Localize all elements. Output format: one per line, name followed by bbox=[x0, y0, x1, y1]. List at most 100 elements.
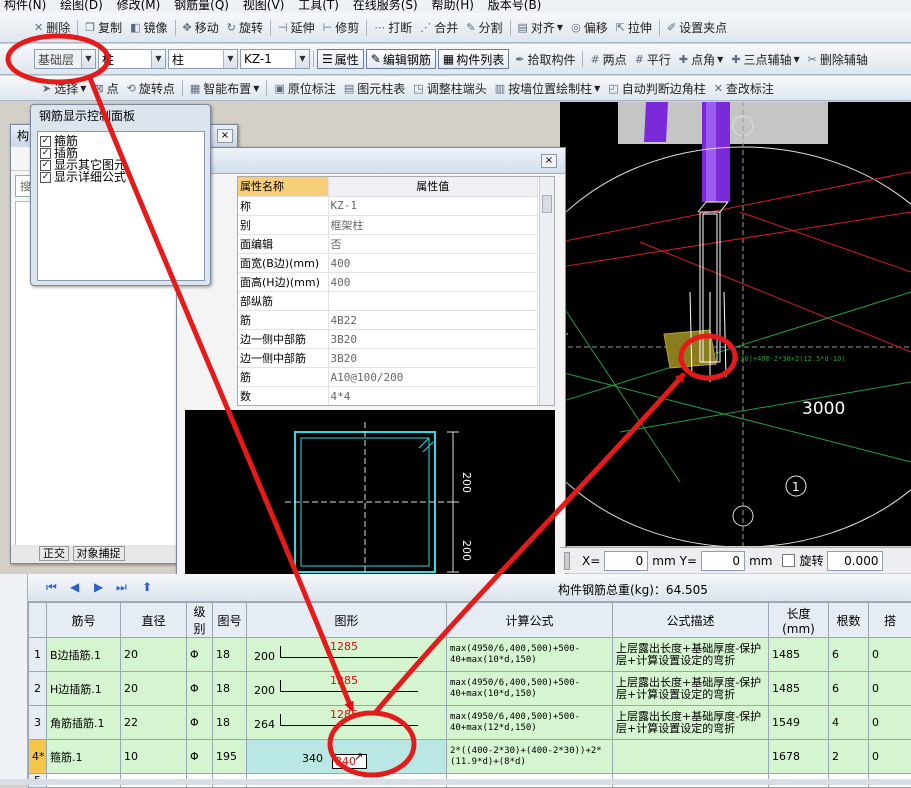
property-row[interactable]: 面高(H边)(mm)400 bbox=[238, 273, 538, 292]
checkbox[interactable]: ✓ bbox=[40, 160, 51, 171]
property-value[interactable]: 框架柱 bbox=[328, 216, 538, 235]
property-row[interactable]: 边一侧中部筋3B20 bbox=[238, 349, 538, 368]
column-header[interactable]: 图形 bbox=[247, 603, 447, 638]
column-header[interactable]: 直径 bbox=[121, 603, 187, 638]
cell-len[interactable]: 1485 bbox=[769, 672, 829, 706]
cell-count[interactable]: 2 bbox=[829, 740, 869, 774]
property-value[interactable]: 400 bbox=[328, 254, 538, 273]
draw-by-wall-button[interactable]: ▥按墙位置绘制柱▼ bbox=[491, 78, 605, 98]
property-row[interactable]: 筋4B22 bbox=[238, 311, 538, 330]
property-row[interactable]: 面宽(B边)(mm)400 bbox=[238, 254, 538, 273]
prev-record-icon[interactable]: ◀ bbox=[70, 580, 79, 594]
close-icon[interactable]: × bbox=[541, 154, 557, 168]
column-header[interactable]: 筋号 bbox=[47, 603, 121, 638]
property-value[interactable]: A10@100/200 bbox=[328, 368, 538, 387]
property-row[interactable]: 数4*4 bbox=[238, 387, 538, 406]
two-point-button[interactable]: #两点 bbox=[586, 49, 630, 69]
cell-count[interactable]: 6 bbox=[829, 672, 869, 706]
extend-button[interactable]: ⊣延伸 bbox=[274, 18, 319, 38]
edit-rebar-button[interactable]: ✎编辑钢筋 bbox=[366, 49, 436, 69]
rebar-shape-cell[interactable]: 2001285 bbox=[247, 672, 447, 706]
move-button[interactable]: ✥移动 bbox=[179, 18, 223, 38]
checkbox[interactable]: ✓ bbox=[40, 172, 51, 183]
property-row[interactable]: 称KZ-1 bbox=[238, 197, 538, 216]
cell-desc[interactable] bbox=[613, 740, 769, 774]
cell-fig[interactable]: 18 bbox=[213, 672, 247, 706]
rotate-button[interactable]: ↻旋转 bbox=[223, 18, 267, 38]
cell-grade[interactable]: Φ bbox=[187, 638, 213, 672]
cell-count[interactable]: 6 bbox=[829, 638, 869, 672]
select-button[interactable]: ➤选择▼ bbox=[38, 78, 90, 98]
properties-button[interactable]: ☰属性 bbox=[317, 49, 364, 69]
cell-no[interactable]: 3 bbox=[29, 706, 47, 740]
parallel-button[interactable]: #平行 bbox=[631, 49, 675, 69]
last-record-icon[interactable]: ⏭ bbox=[116, 580, 127, 595]
component-list-button[interactable]: ▦构件列表 bbox=[438, 49, 509, 69]
table-row[interactable]: 1B边插筋.120Φ182001285max(4950/6,400,500)+5… bbox=[29, 638, 911, 672]
point-button[interactable]: ⊠点 bbox=[90, 78, 122, 98]
cell-formula[interactable]: 2*((400-2*30)+(400-2*30))+2*(11.9*d)+(8*… bbox=[447, 740, 613, 774]
property-row[interactable]: 别框架柱 bbox=[238, 216, 538, 235]
check-annotation-button[interactable]: ✕查改标注 bbox=[710, 78, 778, 98]
adjust-column-end-button[interactable]: ◳调整柱端头 bbox=[409, 78, 490, 98]
cell-desc[interactable]: 上层露出长度+基础厚度-保护层+计算设置设定的弯折 bbox=[613, 706, 769, 740]
component-select[interactable]: KZ-1▼ bbox=[240, 49, 310, 69]
cell-len[interactable]: 1485 bbox=[769, 638, 829, 672]
cell-dia[interactable]: 22 bbox=[121, 706, 187, 740]
cell-grade[interactable]: Φ bbox=[187, 740, 213, 774]
x-input[interactable]: 0 bbox=[604, 551, 648, 571]
cell-name[interactable]: 角筋插筋.1 bbox=[47, 706, 121, 740]
table-row[interactable]: 3角筋插筋.122Φ182641285max(4950/6,400,500)+5… bbox=[29, 706, 911, 740]
align-button[interactable]: ▤对齐▼ bbox=[514, 18, 568, 38]
menu-help[interactable]: 帮助(H) bbox=[432, 0, 474, 12]
cell-lap[interactable]: 0 bbox=[869, 706, 911, 740]
rebar-option[interactable]: ✓显示详细公式 bbox=[40, 171, 202, 183]
type-select[interactable]: 柱▼ bbox=[168, 49, 238, 69]
table-row[interactable]: 2H边插筋.120Φ182001285max(4950/6,400,500)+5… bbox=[29, 672, 911, 706]
cell-desc[interactable]: 上层露出长度+基础厚度-保护层+计算设置设定的弯折 bbox=[613, 638, 769, 672]
cell-grade[interactable]: Φ bbox=[187, 706, 213, 740]
property-row[interactable]: 部纵筋 bbox=[238, 292, 538, 311]
cell-desc[interactable]: 上层露出长度+基础厚度-保护层+计算设置设定的弯折 bbox=[613, 672, 769, 706]
property-value[interactable]: KZ-1 bbox=[328, 197, 538, 216]
table-row[interactable]: 4*箍筋.110Φ195340340↗2*((400-2*30)+(400-2*… bbox=[29, 740, 911, 774]
property-value[interactable] bbox=[328, 292, 538, 311]
offset-button[interactable]: ◎偏移 bbox=[567, 18, 612, 38]
menu-component[interactable]: 构件(N) bbox=[4, 0, 46, 12]
cell-name[interactable]: B边插筋.1 bbox=[47, 638, 121, 672]
rebar-shape-cell[interactable]: 340340↗ bbox=[247, 740, 447, 774]
cell-no[interactable]: 1 bbox=[29, 638, 47, 672]
pick-component-button[interactable]: ✒拾取构件 bbox=[511, 49, 579, 69]
three-point-axis-button[interactable]: ✚三点辅轴▼ bbox=[727, 49, 803, 69]
copy-button[interactable]: ❐复制 bbox=[81, 18, 126, 38]
rotate-checkbox[interactable] bbox=[782, 554, 795, 567]
insert-row-icon[interactable]: ⬆ bbox=[142, 580, 152, 594]
mirror-button[interactable]: ◧镜像 bbox=[126, 18, 171, 38]
rebar-shape-cell[interactable]: 2641285 bbox=[247, 706, 447, 740]
property-row[interactable]: 边一侧中部筋3B20 bbox=[238, 330, 538, 349]
cell-name[interactable]: H边插筋.1 bbox=[47, 672, 121, 706]
property-value[interactable]: 4B22 bbox=[328, 311, 538, 330]
rotate-point-button[interactable]: ⟲旋转点 bbox=[123, 78, 179, 98]
delete-axis-button[interactable]: ✂删除辅轴 bbox=[804, 49, 872, 69]
floor-select[interactable]: 基础层▼ bbox=[34, 49, 96, 69]
menu-version[interactable]: 版本号(B) bbox=[488, 0, 542, 12]
rotate-input[interactable]: 0.000 bbox=[827, 551, 883, 571]
cell-grade[interactable]: Φ bbox=[187, 672, 213, 706]
menu-rebar[interactable]: 钢筋量(Q) bbox=[174, 0, 229, 12]
column-header[interactable]: 根数 bbox=[829, 603, 869, 638]
grip-button[interactable]: ✐设置夹点 bbox=[663, 18, 731, 38]
trim-button[interactable]: ⊢修剪 bbox=[319, 18, 364, 38]
column-header[interactable]: 搭 bbox=[869, 603, 911, 638]
stretch-button[interactable]: ⇱拉伸 bbox=[612, 18, 656, 38]
menu-draw[interactable]: 绘图(D) bbox=[60, 0, 103, 12]
cad-viewport[interactable]: 3000 1 (30)+400-2*30+2(12.5*d-10) bbox=[560, 102, 911, 546]
property-value[interactable]: 4*4 bbox=[328, 387, 538, 406]
property-value[interactable]: 3B20 bbox=[328, 330, 538, 349]
auto-corner-button[interactable]: ◰自动判断边角柱 bbox=[604, 78, 709, 98]
cell-formula[interactable]: max(4950/6,400,500)+500-40+max(10*d,150) bbox=[447, 638, 613, 672]
merge-button[interactable]: ⋰合并 bbox=[416, 18, 462, 38]
column-header[interactable] bbox=[29, 603, 47, 638]
cell-dia[interactable]: 20 bbox=[121, 638, 187, 672]
cell-no[interactable]: 4* bbox=[29, 740, 47, 774]
